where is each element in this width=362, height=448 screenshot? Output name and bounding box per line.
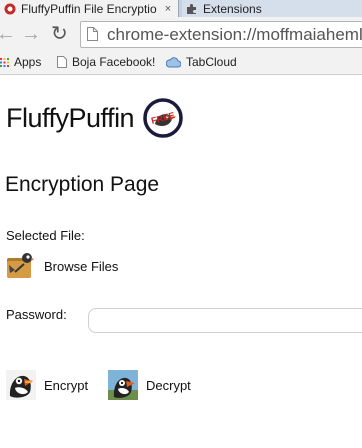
password-label: Password: bbox=[6, 307, 67, 322]
bookmark-tabcloud[interactable]: TabCloud bbox=[166, 55, 237, 69]
browser-toolbar: ← → ↻ chrome-extension://moffmaiahemlbj bbox=[0, 17, 362, 52]
url-text: chrome-extension://moffmaiahemlbj bbox=[107, 25, 362, 44]
browse-files-label: Browse Files bbox=[44, 258, 119, 274]
puffin-logo-icon: FREE bbox=[143, 98, 183, 138]
page-title: Encryption Page bbox=[5, 173, 160, 196]
back-arrow-icon[interactable]: ← bbox=[0, 24, 16, 44]
apps-grid-icon bbox=[0, 57, 9, 67]
tab-fluffypuffin[interactable]: FluffyPuffin File Encryptio × bbox=[0, 0, 179, 17]
bookmark-label: Apps bbox=[14, 55, 42, 69]
encrypt-label: Encrypt bbox=[44, 377, 89, 393]
encrypt-button[interactable]: Encrypt bbox=[6, 370, 88, 400]
bookmark-apps[interactable]: Apps bbox=[0, 55, 41, 69]
tab-strip: FluffyPuffin File Encryptio × Extensions bbox=[0, 0, 362, 17]
tab-extensions[interactable]: Extensions bbox=[182, 0, 362, 17]
address-bar[interactable]: chrome-extension://moffmaiahemlbj bbox=[80, 21, 362, 48]
folder-puffin-icon bbox=[7, 253, 34, 278]
puffin-decrypt-icon bbox=[108, 370, 138, 400]
bookmark-label: Boja Facebook! bbox=[72, 55, 156, 69]
page-icon bbox=[57, 56, 67, 68]
puzzle-icon bbox=[187, 3, 196, 14]
bookmark-boja-facebook[interactable]: Boja Facebook! bbox=[57, 55, 155, 69]
close-icon[interactable]: × bbox=[162, 3, 174, 15]
brand-title: FluffyPuffin bbox=[6, 103, 135, 133]
forward-arrow-icon[interactable]: → bbox=[21, 24, 41, 44]
tab-title: Extensions bbox=[203, 1, 262, 16]
bookmarks-bar: Apps Boja Facebook! TabCloud bbox=[0, 52, 362, 75]
decrypt-button[interactable]: Decrypt bbox=[108, 370, 191, 400]
decrypt-label: Decrypt bbox=[146, 377, 191, 393]
password-field[interactable] bbox=[88, 308, 362, 333]
puffin-favicon-icon bbox=[4, 3, 16, 14]
page-icon bbox=[87, 27, 98, 41]
puffin-encrypt-icon bbox=[6, 370, 36, 400]
bookmark-label: TabCloud bbox=[186, 55, 237, 69]
browse-files-button[interactable]: Browse Files bbox=[6, 252, 118, 280]
cloud-icon bbox=[166, 57, 181, 68]
selected-file-label: Selected File: bbox=[6, 228, 85, 243]
tab-title: FluffyPuffin File Encryptio bbox=[21, 1, 157, 16]
reload-icon[interactable]: ↻ bbox=[51, 24, 68, 44]
